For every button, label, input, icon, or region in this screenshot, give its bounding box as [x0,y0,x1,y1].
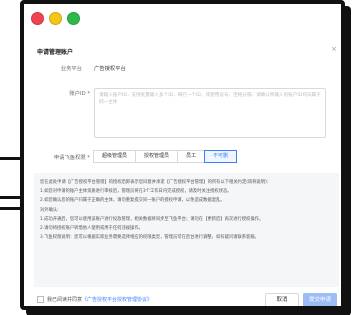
notice-line: 1.如您对申请的账户主体资质进行审核后，管理员将在3个工作日内完成授权，请及时关… [40,189,232,194]
dialog-footer: 我已阅读并同意《广告授权平台授权管理协议》 取消 提交申请 [34,291,339,306]
cancel-button[interactable]: 取消 [265,293,299,306]
role-option-undeletable[interactable]: 不可删 [204,150,238,163]
role-option-super-admin[interactable]: 超级管理员 [93,150,137,163]
agreement-link[interactable]: 《广告授权平台授权管理协议》 [82,297,152,303]
notice-line: 对外确认: [40,208,59,213]
maximize-window-button[interactable] [67,11,80,25]
background-line [0,157,20,160]
role-option-staff[interactable]: 员工 [177,150,206,163]
notice-line: 3.飞鱼权限说明：您可以根据实际业务需要选择相应的权限类型，管理员可在后台进行调… [40,235,259,240]
platform-label: 业务平台 [60,66,82,72]
dialog-title: 申请管理账户 [37,49,74,56]
app-window: 申请管理账户 × 业务平台 广告授权平台 账户ID * 请输入账户ID，支持批量… [20,0,345,310]
platform-value: 广告授权平台 [94,66,126,72]
notice-box: 您在此处申请【广告授权平台管理】的授权后即表示您同意并承诺【广告授权平台管理】的… [34,173,339,287]
close-icon[interactable]: × [331,45,337,53]
notice-line: 您在此处申请【广告授权平台管理】的授权后即表示您同意并承诺【广告授权平台管理】的… [40,180,272,185]
role-option-auth-admin[interactable]: 授权管理员 [135,150,179,163]
submit-button[interactable]: 提交申请 [303,293,337,306]
window-titlebar [24,4,341,32]
notice-line: 2.请勿将授权账户转借他人使用或用于任何违规操作。 [40,226,143,231]
background-line [0,196,20,199]
agree-checkbox[interactable] [37,296,44,303]
apply-account-dialog: 申请管理账户 × 业务平台 广告授权平台 账户ID * 请输入账户ID，支持批量… [34,42,339,306]
minimize-window-button[interactable] [49,11,62,25]
notice-line: 2.如您确认您的账户归属于正确的主体，请勿重复提交同一账户的授权申请，以免造成数… [40,198,225,203]
role-radio-group: 超级管理员 授权管理员 员工 不可删 [93,150,238,163]
account-id-input[interactable]: 请输入账户ID，支持批量输入多个ID，每行一个ID，或使用逗号、空格分隔，请确认… [94,88,326,138]
agree-text: 我已阅读并同意《广告授权平台授权管理协议》 [47,297,153,303]
account-id-label: 账户ID * [69,91,90,97]
role-label: 申请飞鱼权限 * [53,155,90,161]
close-window-button[interactable] [31,11,44,25]
background-line [0,207,20,210]
notice-line: 1.成功开通后，您可以使用该账户进行投放管理，相关数据将同步至飞鱼平台；请勿在【… [40,217,264,222]
